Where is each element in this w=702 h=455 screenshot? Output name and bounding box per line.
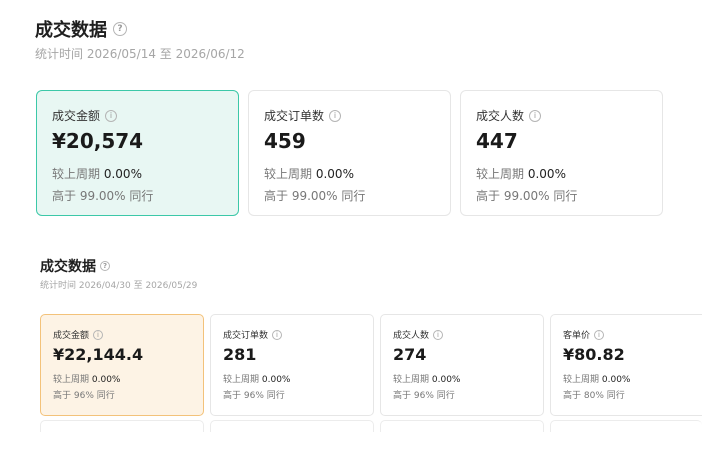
- compare-value: 0.00%: [103, 167, 142, 181]
- metric-compare: 较上周期 0.00%: [52, 167, 142, 181]
- metric-compare: 较上周期 0.00%: [264, 167, 354, 181]
- metric-peer: 高于 99.00% 同行: [264, 189, 366, 203]
- help-icon[interactable]: ?: [113, 22, 127, 36]
- metric-card-gmv[interactable]: 成交金额 i ¥20,574 较上周期 0.00% 高于 99.00% 同行: [36, 90, 239, 216]
- compare-value: 0.00%: [261, 375, 291, 385]
- section1-title: 成交数据?: [35, 16, 127, 42]
- metric-peer: 高于 96% 同行: [223, 391, 285, 401]
- metric-value: 281: [223, 345, 257, 364]
- info-icon[interactable]: i: [272, 329, 283, 340]
- info-icon[interactable]: i: [594, 329, 605, 340]
- metric-card-partial: [210, 420, 374, 432]
- metric-compare: 较上周期 0.00%: [53, 375, 121, 385]
- metric-label: 成交人数 i: [393, 328, 543, 341]
- section1-title-text: 成交数据: [35, 20, 107, 41]
- metric-peer: 高于 99.00% 同行: [52, 189, 154, 203]
- metric-compare: 较上周期 0.00%: [223, 375, 291, 385]
- metric-label: 成交金额 i: [52, 107, 238, 123]
- info-icon[interactable]: i: [433, 329, 444, 340]
- metric-card-partial: [380, 420, 544, 432]
- section2-period: 统计时间 2026/04/30 至 2026/05/29: [40, 281, 198, 291]
- metric-card-partial: [550, 420, 702, 432]
- metric-card-avg-price[interactable]: 客单价 i ¥80.82 较上周期 0.00% 高于 80% 同行: [550, 314, 702, 416]
- metric-label: 成交订单数 i: [264, 107, 450, 123]
- metric-label: 成交人数 i: [476, 107, 662, 123]
- metric-value: 447: [476, 129, 518, 153]
- section1-period: 统计时间 2026/05/14 至 2026/06/12: [35, 47, 245, 61]
- metric-label: 成交金额 i: [53, 328, 203, 341]
- info-icon[interactable]: i: [529, 109, 542, 122]
- metric-card-orders[interactable]: 成交订单数 i 281 较上周期 0.00% 高于 96% 同行: [210, 314, 374, 416]
- metric-value: ¥80.82: [563, 345, 625, 364]
- metric-value: 274: [393, 345, 427, 364]
- metric-card-buyers[interactable]: 成交人数 i 274 较上周期 0.00% 高于 96% 同行: [380, 314, 544, 416]
- metric-label: 成交订单数 i: [223, 328, 373, 341]
- metric-value: ¥22,144.4: [53, 345, 144, 364]
- metric-peer: 高于 99.00% 同行: [476, 189, 578, 203]
- metric-peer: 高于 96% 同行: [53, 391, 115, 401]
- compare-value: 0.00%: [315, 167, 354, 181]
- metric-card-buyers[interactable]: 成交人数 i 447 较上周期 0.00% 高于 99.00% 同行: [460, 90, 663, 216]
- metric-value: ¥20,574: [52, 129, 144, 153]
- metric-compare: 较上周期 0.00%: [476, 167, 566, 181]
- metric-card-partial: [40, 420, 204, 432]
- metric-peer: 高于 96% 同行: [393, 391, 455, 401]
- compare-value: 0.00%: [431, 375, 461, 385]
- metric-compare: 较上周期 0.00%: [563, 375, 631, 385]
- compare-value: 0.00%: [601, 375, 631, 385]
- info-icon[interactable]: i: [105, 109, 118, 122]
- metric-compare: 较上周期 0.00%: [393, 375, 461, 385]
- metric-peer: 高于 80% 同行: [563, 391, 625, 401]
- metric-card-gmv[interactable]: 成交金额 i ¥22,144.4 较上周期 0.00% 高于 96% 同行: [40, 314, 204, 416]
- info-icon[interactable]: i: [329, 109, 342, 122]
- metric-label: 客单价 i: [563, 328, 702, 341]
- compare-value: 0.00%: [527, 167, 566, 181]
- help-icon[interactable]: ?: [100, 261, 110, 271]
- section2-title-text: 成交数据: [40, 259, 96, 275]
- metric-card-orders[interactable]: 成交订单数 i 459 较上周期 0.00% 高于 99.00% 同行: [248, 90, 451, 216]
- metric-value: 459: [264, 129, 306, 153]
- compare-value: 0.00%: [91, 375, 121, 385]
- section2-title: 成交数据?: [40, 256, 110, 276]
- info-icon[interactable]: i: [93, 329, 104, 340]
